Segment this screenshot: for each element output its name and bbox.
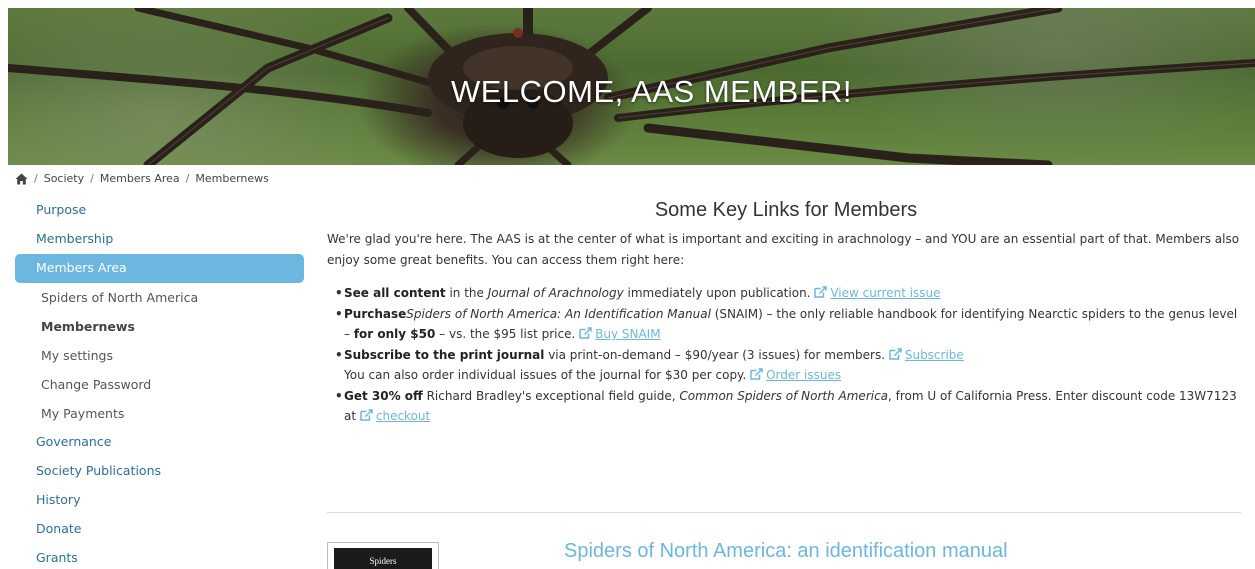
link-italic-text: Journal of Arachnology xyxy=(487,286,624,300)
list-item: See all content in the Journal of Arachn… xyxy=(335,283,1245,304)
link-bold-text: Subscribe to the print journal xyxy=(344,347,545,362)
link-text: immediately upon publication. xyxy=(623,286,815,300)
intro-paragraph: We're glad you're here. The AAS is at th… xyxy=(327,232,1240,267)
sidebar-item-membership[interactable]: Membership xyxy=(15,225,304,254)
link-text: via print-on-demand – $90/year (3 issues… xyxy=(544,347,889,362)
link-italic-text: Common Spiders of North America xyxy=(679,388,889,403)
book-cover-thumbnail[interactable]: Spiders xyxy=(327,542,439,569)
list-item: Subscribe to the print journal via print… xyxy=(335,345,1245,386)
sidebar-item-grants[interactable]: Grants xyxy=(15,544,304,569)
order-issues-link[interactable]: Order issues xyxy=(766,368,841,382)
external-link-icon xyxy=(579,327,592,339)
hero-banner: WELCOME, AAS MEMBER! xyxy=(8,8,1255,165)
sidebar-subitem-change-password[interactable]: Change Password xyxy=(15,370,304,399)
main-content: Some Key Links for Members We're glad yo… xyxy=(327,196,1245,427)
link-text: – vs. the $95 list price. xyxy=(435,327,580,341)
link-bold-text: Get 30% off xyxy=(344,388,423,403)
key-links-list: See all content in the Journal of Arachn… xyxy=(327,283,1245,427)
list-item: PurchaseSpiders of North America: An Ide… xyxy=(335,304,1245,345)
link-italic-text: Spiders of North America: An Identificat… xyxy=(406,306,711,321)
list-item: Get 30% off Richard Bradley's exceptiona… xyxy=(335,386,1245,427)
book-title-link[interactable]: Spiders of North America: an identificat… xyxy=(564,540,1008,563)
breadcrumb-separator: / xyxy=(34,172,38,185)
sidebar-subitem-membernews[interactable]: Membernews xyxy=(15,312,304,341)
checkout-link[interactable]: checkout xyxy=(376,409,430,423)
sidebar-subitem-spiders-of-north-america[interactable]: Spiders of North America xyxy=(15,283,304,312)
sidebar-item-history[interactable]: History xyxy=(15,486,304,515)
sidebar-item-purpose[interactable]: Purpose xyxy=(15,196,304,225)
breadcrumb-separator: / xyxy=(185,172,190,185)
link-bold-text: See all content xyxy=(344,286,446,300)
sidebar-subitem-my-settings[interactable]: My settings xyxy=(15,341,304,370)
breadcrumb-members-area[interactable]: Members Area xyxy=(100,172,180,185)
sidebar-item-donate[interactable]: Donate xyxy=(15,515,304,544)
breadcrumb: / Society / Members Area / Membernews xyxy=(15,172,269,185)
link-bold-text: Purchase xyxy=(344,306,407,321)
sidebar-item-governance[interactable]: Governance xyxy=(15,428,304,457)
external-link-icon xyxy=(750,368,763,380)
section-divider xyxy=(327,512,1241,513)
link-text: in the xyxy=(445,286,488,300)
external-link-icon xyxy=(814,286,828,298)
external-link-icon xyxy=(889,347,902,360)
view-current-issue-link[interactable]: View current issue xyxy=(830,286,940,300)
sidebar-subitem-my-payments[interactable]: My Payments xyxy=(15,399,304,428)
external-link-icon xyxy=(360,409,373,421)
welcome-heading: WELCOME, AAS MEMBER! xyxy=(450,74,852,109)
link-bold-text: for only $50 xyxy=(353,327,436,341)
book-cover-text: Spiders xyxy=(334,548,432,569)
link-text: Richard Bradley's exceptional field guid… xyxy=(422,388,680,403)
home-icon[interactable] xyxy=(15,173,28,185)
buy-snaim-link[interactable]: Buy SNAIM xyxy=(595,327,660,341)
sidebar-nav: Purpose Membership Members Area Spiders … xyxy=(15,196,304,569)
breadcrumb-separator: / xyxy=(90,172,94,185)
page-title: Some Key Links for Members xyxy=(654,199,918,221)
breadcrumb-society[interactable]: Society xyxy=(44,172,84,185)
breadcrumb-membernews: Membernews xyxy=(195,172,269,185)
sidebar-item-society-publications[interactable]: Society Publications xyxy=(15,457,304,486)
link-text: You can also order individual issues of … xyxy=(344,368,751,382)
subscribe-link[interactable]: Subscribe xyxy=(905,348,964,362)
sidebar-item-members-area[interactable]: Members Area xyxy=(15,254,304,283)
